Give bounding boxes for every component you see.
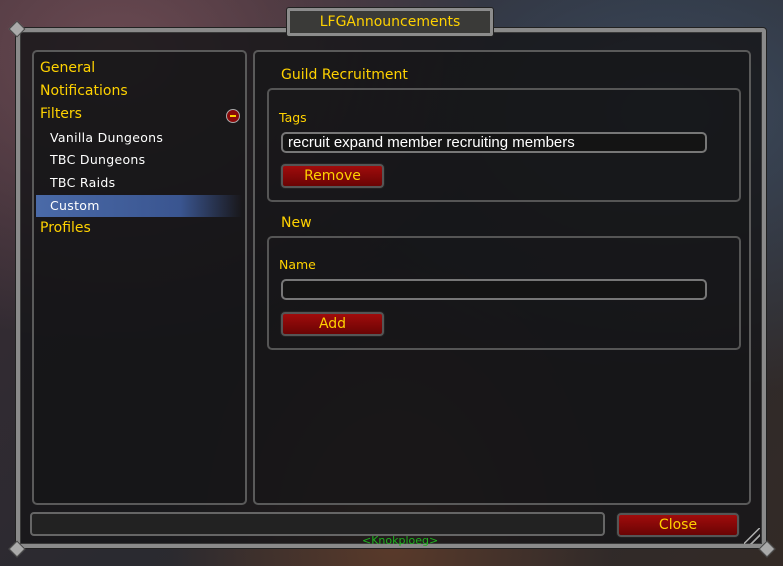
minus-icon[interactable] (226, 109, 240, 123)
add-button[interactable]: Add (281, 312, 384, 336)
content-panel: Guild Recruitment Tags recruit expand me… (253, 50, 751, 505)
background-nameplate: <Knokploeg> (362, 534, 439, 547)
resize-grip-icon[interactable] (744, 528, 760, 544)
sidebar-tree: General Notifications Filters Vanilla Du… (32, 50, 247, 505)
sidebar-item-filters[interactable]: Filters (40, 106, 82, 122)
name-input[interactable] (281, 279, 707, 300)
guild-recruitment-group: Tags recruit expand member recruiting me… (267, 88, 741, 202)
sidebar-item-general[interactable]: General (40, 60, 95, 76)
sidebar-item-notifications[interactable]: Notifications (40, 83, 128, 99)
tags-label: Tags (279, 110, 307, 125)
sidebar-item-vanilla-dungeons[interactable]: Vanilla Dungeons (50, 130, 163, 145)
group-title-new: New (281, 215, 312, 231)
window-title-bar[interactable]: LFGAnnouncements (287, 8, 493, 36)
close-button[interactable]: Close (617, 513, 739, 537)
sidebar-item-tbc-raids[interactable]: TBC Raids (50, 175, 115, 190)
sidebar-item-profiles[interactable]: Profiles (40, 220, 91, 236)
name-label: Name (279, 257, 316, 272)
status-bar (30, 512, 605, 536)
sidebar-item-tbc-dungeons[interactable]: TBC Dungeons (50, 152, 145, 167)
group-title-guild-recruitment: Guild Recruitment (281, 67, 408, 83)
remove-button[interactable]: Remove (281, 164, 384, 188)
sidebar-item-custom[interactable]: Custom (50, 198, 100, 213)
new-group: Name Add (267, 236, 741, 350)
tags-input[interactable]: recruit expand member recruiting members (281, 132, 707, 153)
window-title: LFGAnnouncements (319, 14, 461, 30)
